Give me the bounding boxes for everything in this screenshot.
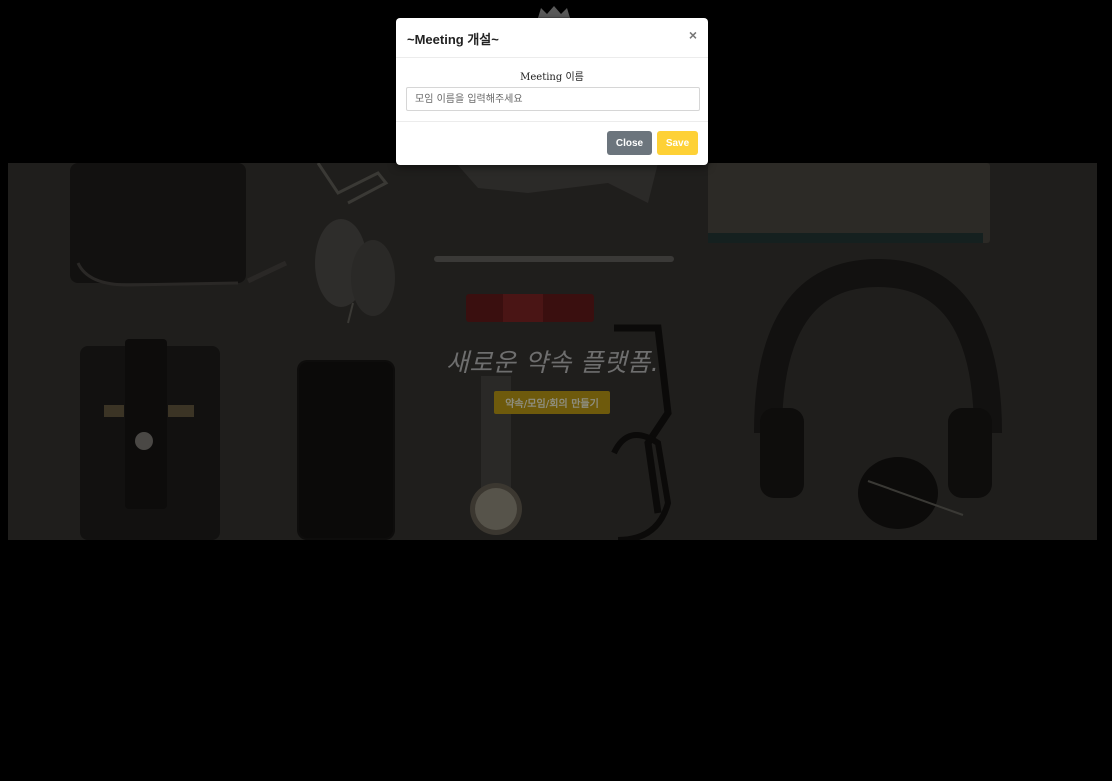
create-meeting-button[interactable]: 약속/모임/회의 만들기 [494, 391, 610, 414]
modal-body: Meeting 이름 [396, 58, 708, 122]
save-button[interactable]: Save [657, 131, 698, 155]
modal-footer: Close Save [396, 122, 708, 165]
meeting-name-input[interactable] [406, 87, 700, 111]
page: 새로운 약속 플랫폼. 약속/모임/회의 만들기 ~Meeting 개설~ × … [0, 0, 1112, 781]
close-icon[interactable]: × [686, 27, 700, 43]
meeting-name-label: Meeting 이름 [520, 72, 584, 83]
modal-title: ~Meeting 개설~ [407, 32, 499, 47]
hero-section: 새로운 약속 플랫폼. 약속/모임/회의 만들기 [8, 163, 1097, 540]
hero-tagline: 새로운 약속 플랫폼. [445, 348, 660, 377]
close-button[interactable]: Close [607, 131, 652, 155]
modal-header: ~Meeting 개설~ × [396, 18, 708, 58]
create-meeting-modal: ~Meeting 개설~ × Meeting 이름 Close Save [396, 18, 708, 165]
